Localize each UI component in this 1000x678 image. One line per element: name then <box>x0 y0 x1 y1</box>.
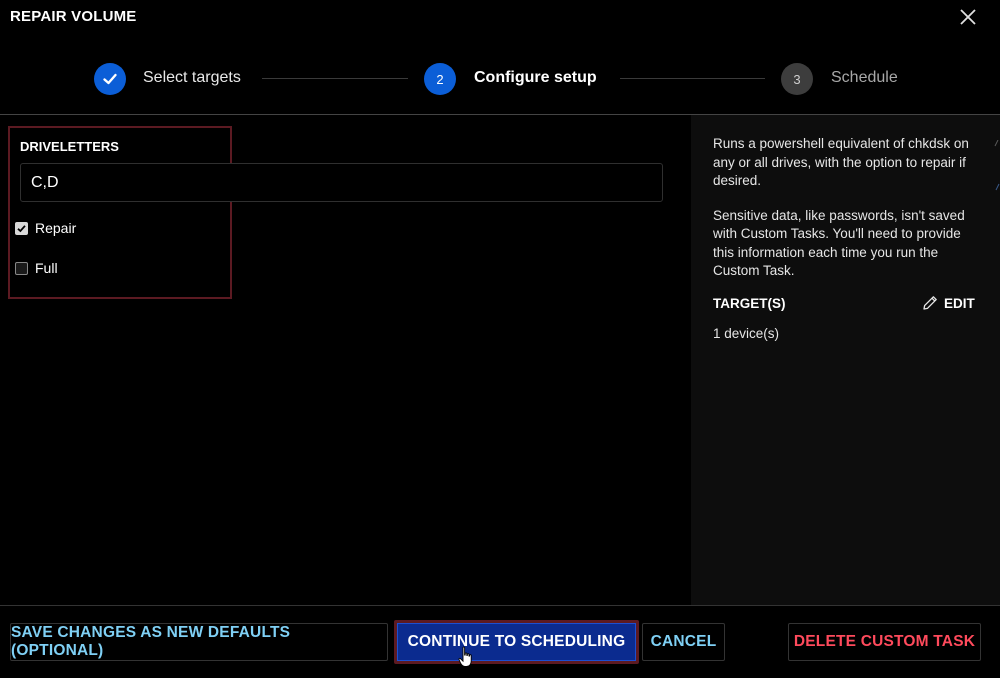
edit-targets-button[interactable]: EDIT <box>921 294 975 312</box>
save-defaults-button[interactable]: SAVE CHANGES AS NEW DEFAULTS (OPTIONAL) <box>10 623 388 661</box>
step-1-circle[interactable] <box>94 63 126 95</box>
step-connector-1 <box>262 78 408 79</box>
footer-divider <box>0 605 1000 606</box>
task-description: Runs a powershell equivalent of chkdsk o… <box>713 135 983 297</box>
full-checkbox[interactable] <box>15 261 28 275</box>
dialog-title: REPAIR VOLUME <box>10 8 137 25</box>
step-3-label[interactable]: Schedule <box>831 69 898 87</box>
step-2-circle[interactable]: 2 <box>424 63 456 95</box>
cancel-button[interactable]: CANCEL <box>642 623 725 661</box>
step-1-label[interactable]: Select targets <box>143 69 241 87</box>
step-connector-2 <box>620 78 765 79</box>
scroll-edge-marker <box>994 140 1000 191</box>
repair-checkbox[interactable] <box>15 221 28 235</box>
close-icon <box>960 9 976 25</box>
full-checkbox-row[interactable]: Full <box>15 260 58 276</box>
checkmark-icon <box>103 73 117 85</box>
edit-label: EDIT <box>944 295 975 311</box>
delete-custom-task-button[interactable]: DELETE CUSTOM TASK <box>788 623 981 661</box>
close-button[interactable] <box>956 5 980 29</box>
continue-to-scheduling-button[interactable]: CONTINUE TO SCHEDULING <box>394 620 639 664</box>
targets-count: 1 device(s) <box>713 326 780 341</box>
description-paragraph-1: Runs a powershell equivalent of chkdsk o… <box>713 136 969 188</box>
repair-label: Repair <box>35 220 77 236</box>
checkmark-icon <box>17 224 26 232</box>
repair-checkbox-row[interactable]: Repair <box>15 220 76 236</box>
targets-heading: TARGET(S) <box>713 296 786 311</box>
full-label: Full <box>35 260 58 276</box>
driveletters-input[interactable] <box>20 163 663 202</box>
description-paragraph-2: Sensitive data, like passwords, isn't sa… <box>713 207 965 279</box>
pencil-icon <box>923 296 937 310</box>
step-2-label[interactable]: Configure setup <box>474 69 597 87</box>
hand-pointer-icon <box>458 646 472 667</box>
step-3-circle[interactable]: 3 <box>781 63 813 95</box>
driveletters-label: DRIVELETTERS <box>20 139 119 154</box>
